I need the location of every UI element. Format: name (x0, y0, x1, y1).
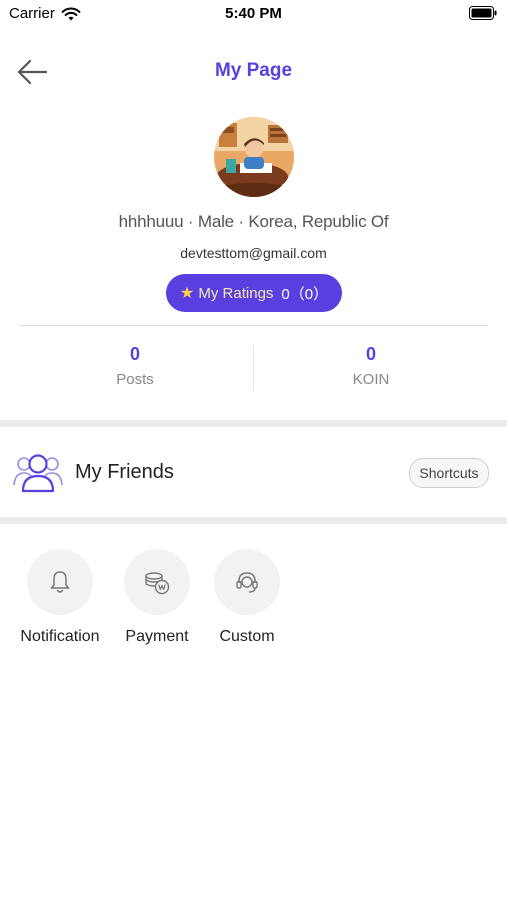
koin-label: KOIN (352, 371, 390, 388)
my-ratings-button[interactable]: ★ My Ratings 0（0） (166, 274, 342, 312)
divider (20, 325, 488, 326)
my-friends-row[interactable]: My Friends Shortcuts (0, 427, 507, 517)
avatar-illustration (214, 117, 294, 197)
status-time: 5:40 PM (225, 5, 282, 22)
bell-icon (50, 571, 70, 593)
nav-bar: My Page (0, 45, 507, 99)
posts-label: Posts (116, 371, 154, 388)
section-separator (0, 420, 507, 427)
status-bar: Carrier 5:40 PM (0, 0, 507, 30)
section-separator (0, 517, 507, 524)
page-title: My Page (214, 60, 293, 81)
stat-posts[interactable]: 0 Posts (20, 344, 250, 388)
payment-label: Payment (125, 628, 189, 645)
custom-circle (214, 549, 280, 615)
custom-menu-item[interactable]: Custom (202, 549, 292, 646)
battery-icon (469, 6, 497, 20)
notification-circle (27, 549, 93, 615)
profile-email: devtesttom@gmail.com (180, 245, 327, 261)
koin-count: 0 (365, 344, 376, 364)
ratings-value: 0（0） (281, 285, 329, 303)
ratings-label: My Ratings (198, 285, 274, 302)
stat-koin[interactable]: 0 KOIN (256, 344, 486, 388)
friends-icon (13, 454, 63, 493)
notification-label: Notification (20, 628, 100, 645)
posts-count: 0 (129, 344, 140, 364)
my-friends-title: My Friends (75, 461, 174, 483)
custom-label: Custom (219, 628, 275, 645)
payment-circle (124, 549, 190, 615)
star-icon: ★ (179, 285, 195, 302)
payment-menu-item[interactable]: Payment (112, 549, 202, 646)
shortcuts-button[interactable]: Shortcuts (409, 458, 489, 488)
headset-icon (236, 572, 258, 593)
profile-summary: hhhhuuu · Male · Korea, Republic Of (118, 212, 389, 231)
stat-separator (253, 345, 254, 391)
coins-icon (145, 572, 170, 595)
avatar (214, 117, 294, 197)
notification-menu-item[interactable]: Notification (15, 549, 105, 646)
